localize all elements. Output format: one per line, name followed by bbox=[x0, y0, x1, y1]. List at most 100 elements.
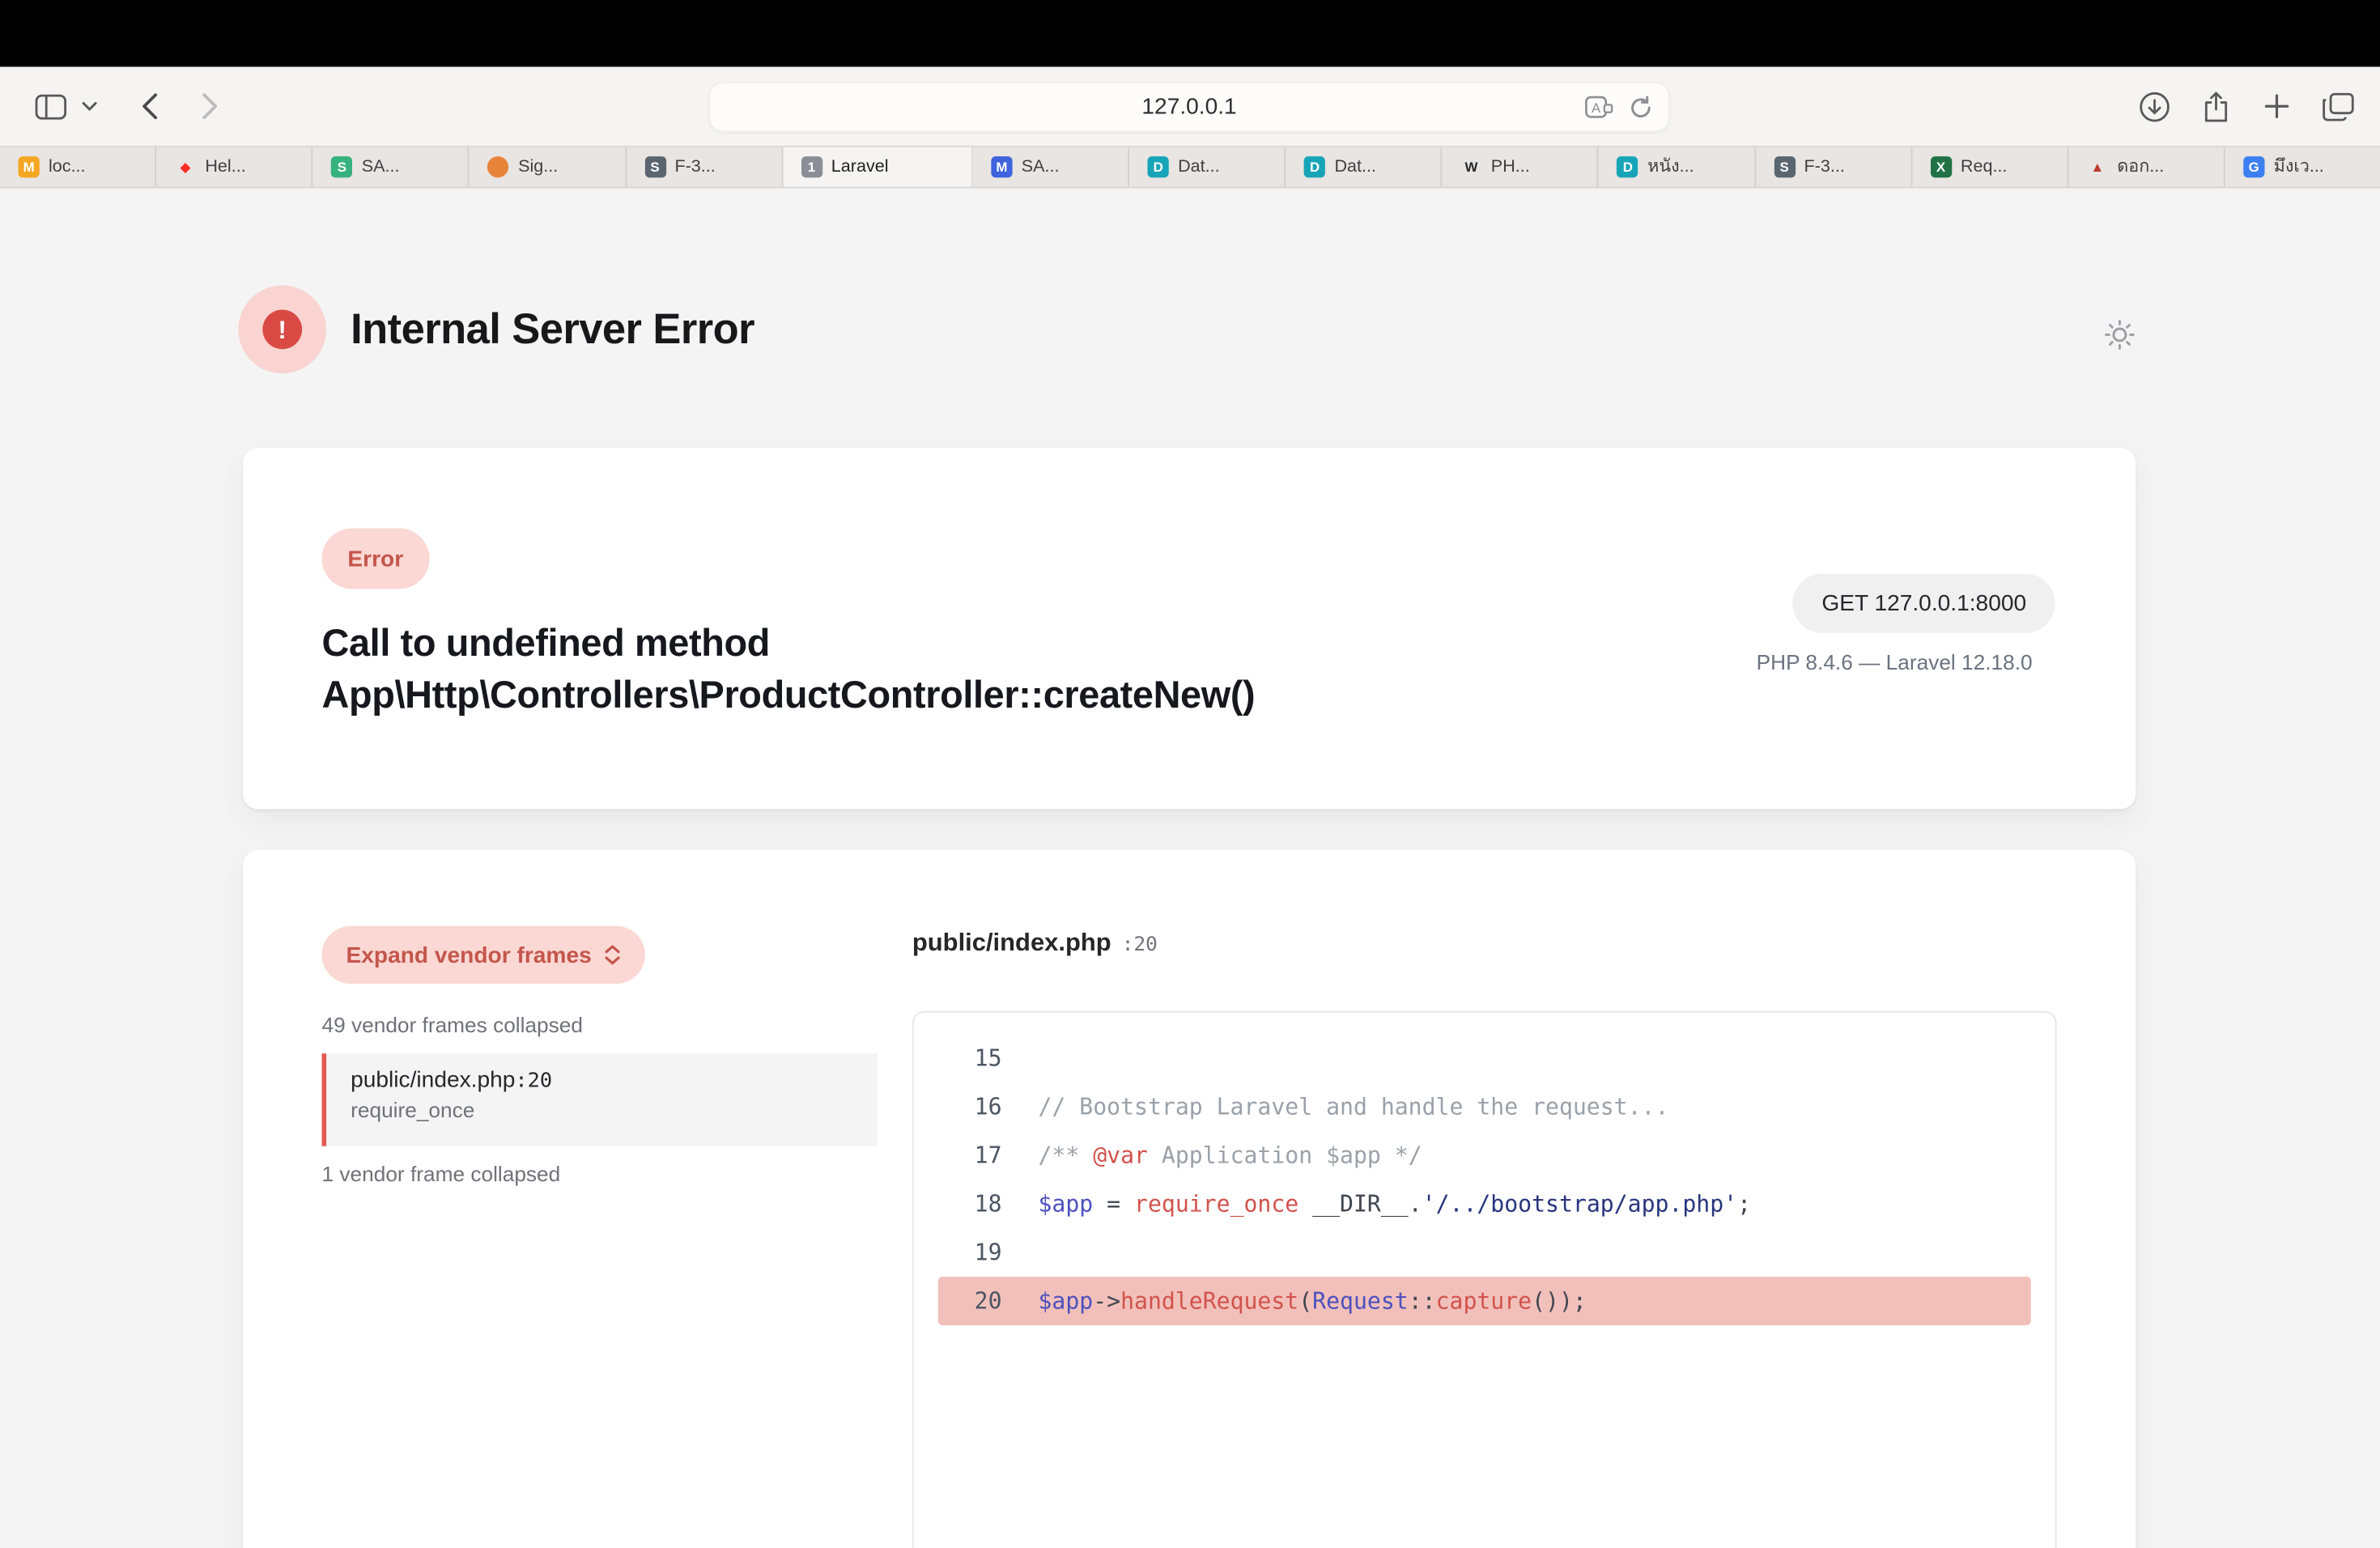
back-button[interactable] bbox=[130, 67, 167, 147]
frame-method: require_once bbox=[351, 1098, 853, 1122]
page-header: ! Internal Server Error bbox=[238, 286, 754, 374]
orange-dot-favicon bbox=[488, 156, 509, 177]
browser-window: 127.0.0.1 A bbox=[0, 0, 2380, 1548]
code-text: $app->handleRequest(Request::capture()); bbox=[1002, 1277, 1587, 1325]
s-gray-favicon: S bbox=[1774, 156, 1795, 177]
code-line: 16// Bootstrap Laravel and handle the re… bbox=[938, 1082, 2031, 1131]
code-line: 17/** @var Application $app */ bbox=[938, 1131, 2031, 1180]
tab-overview-button[interactable] bbox=[2316, 67, 2359, 147]
tab[interactable]: Mloc... bbox=[0, 147, 156, 187]
tab-label: Req... bbox=[1961, 158, 2008, 176]
expand-vendor-frames-label: Expand vendor frames bbox=[346, 942, 592, 968]
browser-toolbar: 127.0.0.1 A bbox=[0, 67, 2380, 147]
tab[interactable]: D Dat... bbox=[1286, 147, 1442, 187]
tab[interactable]: W PH... bbox=[1443, 147, 1599, 187]
tab-label: Dat... bbox=[1178, 158, 1220, 176]
code-line: 18$app = require_once __DIR__.'/../boots… bbox=[938, 1180, 2031, 1228]
tab-label: หนัง... bbox=[1647, 153, 1694, 181]
line-number: 19 bbox=[938, 1228, 1002, 1277]
new-tab-button[interactable] bbox=[2257, 67, 2297, 147]
translate-icon[interactable]: A bbox=[1585, 96, 1614, 118]
tab[interactable]: DDat... bbox=[1129, 147, 1286, 187]
line-number: 18 bbox=[938, 1180, 1002, 1228]
code-line: 15 bbox=[938, 1034, 2031, 1082]
frame-line-number: :20 bbox=[515, 1069, 552, 1093]
phpmyadmin-favicon: M bbox=[19, 156, 40, 177]
tab-label: SA... bbox=[1022, 158, 1060, 176]
tab-label: มึงเว... bbox=[2274, 153, 2324, 181]
stack-trace-card: Expand vendor frames 49 vendor frames co… bbox=[243, 850, 2136, 1548]
code-line: 19 bbox=[938, 1228, 2031, 1277]
laravel-error-page: ! Internal Server Error Error Call to un… bbox=[0, 189, 2380, 1548]
line-number: 20 bbox=[938, 1277, 1002, 1325]
code-file-header: public/index.php :20 bbox=[912, 929, 1158, 959]
screen: 127.0.0.1 A bbox=[0, 0, 2380, 1548]
code-file-line: :20 bbox=[1122, 933, 1158, 956]
s-gray-favicon: S bbox=[644, 156, 665, 177]
error-summary-card: Error Call to undefined method App\Http\… bbox=[243, 448, 2136, 809]
page-title: Internal Server Error bbox=[351, 305, 754, 354]
theme-toggle-button[interactable] bbox=[2101, 316, 2137, 352]
database-teal-favicon: D bbox=[1304, 156, 1325, 177]
error-circle-icon: ! bbox=[238, 286, 326, 374]
stack-frame-item[interactable]: public/index.php:20 require_once bbox=[322, 1053, 878, 1146]
tab[interactable]: XReq... bbox=[1912, 147, 2068, 187]
code-snippet-block: 1516// Bootstrap Laravel and handle the … bbox=[912, 1011, 2057, 1548]
tab-label: F-3... bbox=[674, 158, 715, 176]
tab-label: Hel... bbox=[205, 158, 245, 176]
tab-bar: Mloc... ◆ Hel... S SA... Sig... S F-3... 1Larave… bbox=[0, 146, 2380, 189]
tab[interactable]: S F-3... bbox=[1756, 147, 1912, 187]
exclamation-icon: ! bbox=[262, 310, 302, 350]
frame-file: public/index.php:20 bbox=[351, 1067, 853, 1093]
line-number: 17 bbox=[938, 1131, 1002, 1180]
tab-label: loc... bbox=[49, 158, 86, 176]
expand-vendor-frames-button[interactable]: Expand vendor frames bbox=[322, 926, 645, 984]
php-laravel-versions: PHP 8.4.6 — Laravel 12.18.0 bbox=[1757, 650, 2033, 674]
code-text: /** @var Application $app */ bbox=[1002, 1131, 1422, 1180]
code-text bbox=[1002, 1228, 1039, 1277]
error-badge: Error bbox=[322, 529, 430, 589]
tab-label: ดอก... bbox=[2117, 153, 2164, 181]
menu-bar-strip bbox=[0, 0, 2380, 67]
g-blue-favicon: G bbox=[2243, 156, 2264, 177]
tab[interactable]: ▲ ดอก... bbox=[2068, 147, 2225, 187]
line-number: 15 bbox=[938, 1034, 1002, 1082]
tab[interactable]: Sig... bbox=[470, 147, 626, 187]
code-text bbox=[1002, 1034, 1039, 1082]
code-file-name: public/index.php bbox=[912, 929, 1111, 959]
tab[interactable]: S F-3... bbox=[626, 147, 782, 187]
address-bar[interactable]: 127.0.0.1 A bbox=[709, 82, 1670, 132]
tab[interactable]: Dหนัง... bbox=[1599, 147, 1755, 187]
chevron-up-down-icon bbox=[604, 944, 621, 965]
laravel-favicon: ◆ bbox=[175, 156, 196, 177]
sidebar-toggle-button[interactable] bbox=[31, 67, 70, 147]
request-pill: GET 127.0.0.1:8000 bbox=[1793, 574, 2055, 633]
svg-text:A: A bbox=[1592, 100, 1601, 116]
error-message: Call to undefined method App\Http\Contro… bbox=[322, 618, 1507, 721]
tab[interactable]: ◆ Hel... bbox=[156, 147, 312, 187]
m-blue-favicon: M bbox=[991, 156, 1012, 177]
sidebar-chevron-down-icon[interactable] bbox=[79, 67, 100, 147]
tab[interactable]: G มึงเว... bbox=[2225, 147, 2380, 187]
tab-active[interactable]: 1Laravel bbox=[783, 147, 973, 187]
w-dark-favicon: W bbox=[1460, 156, 1481, 177]
tab-label: SA... bbox=[362, 158, 400, 176]
reload-icon[interactable] bbox=[1629, 95, 1653, 119]
red-chevrons-favicon: ▲ bbox=[2087, 156, 2108, 177]
tab-label: PH... bbox=[1491, 158, 1530, 176]
forward-button[interactable] bbox=[191, 67, 227, 147]
tab-label: F-3... bbox=[1804, 158, 1845, 176]
address-bar-url: 127.0.0.1 bbox=[1141, 94, 1236, 120]
code-line-highlighted: 20$app->handleRequest(Request::capture()… bbox=[938, 1277, 2031, 1325]
tab[interactable]: M SA... bbox=[973, 147, 1129, 187]
vendor-frames-collapsed-top: 49 vendor frames collapsed bbox=[322, 1013, 584, 1037]
line-number: 16 bbox=[938, 1082, 1002, 1131]
downloads-button[interactable] bbox=[2134, 67, 2174, 147]
share-button[interactable] bbox=[2196, 67, 2236, 147]
tab-label: Laravel bbox=[831, 158, 889, 176]
code-text: $app = require_once __DIR__.'/../bootstr… bbox=[1002, 1180, 1752, 1228]
code-text: // Bootstrap Laravel and handle the requ… bbox=[1002, 1082, 1669, 1131]
s-green-favicon: S bbox=[331, 156, 352, 177]
tab-label: Dat... bbox=[1334, 158, 1376, 176]
tab[interactable]: S SA... bbox=[313, 147, 470, 187]
